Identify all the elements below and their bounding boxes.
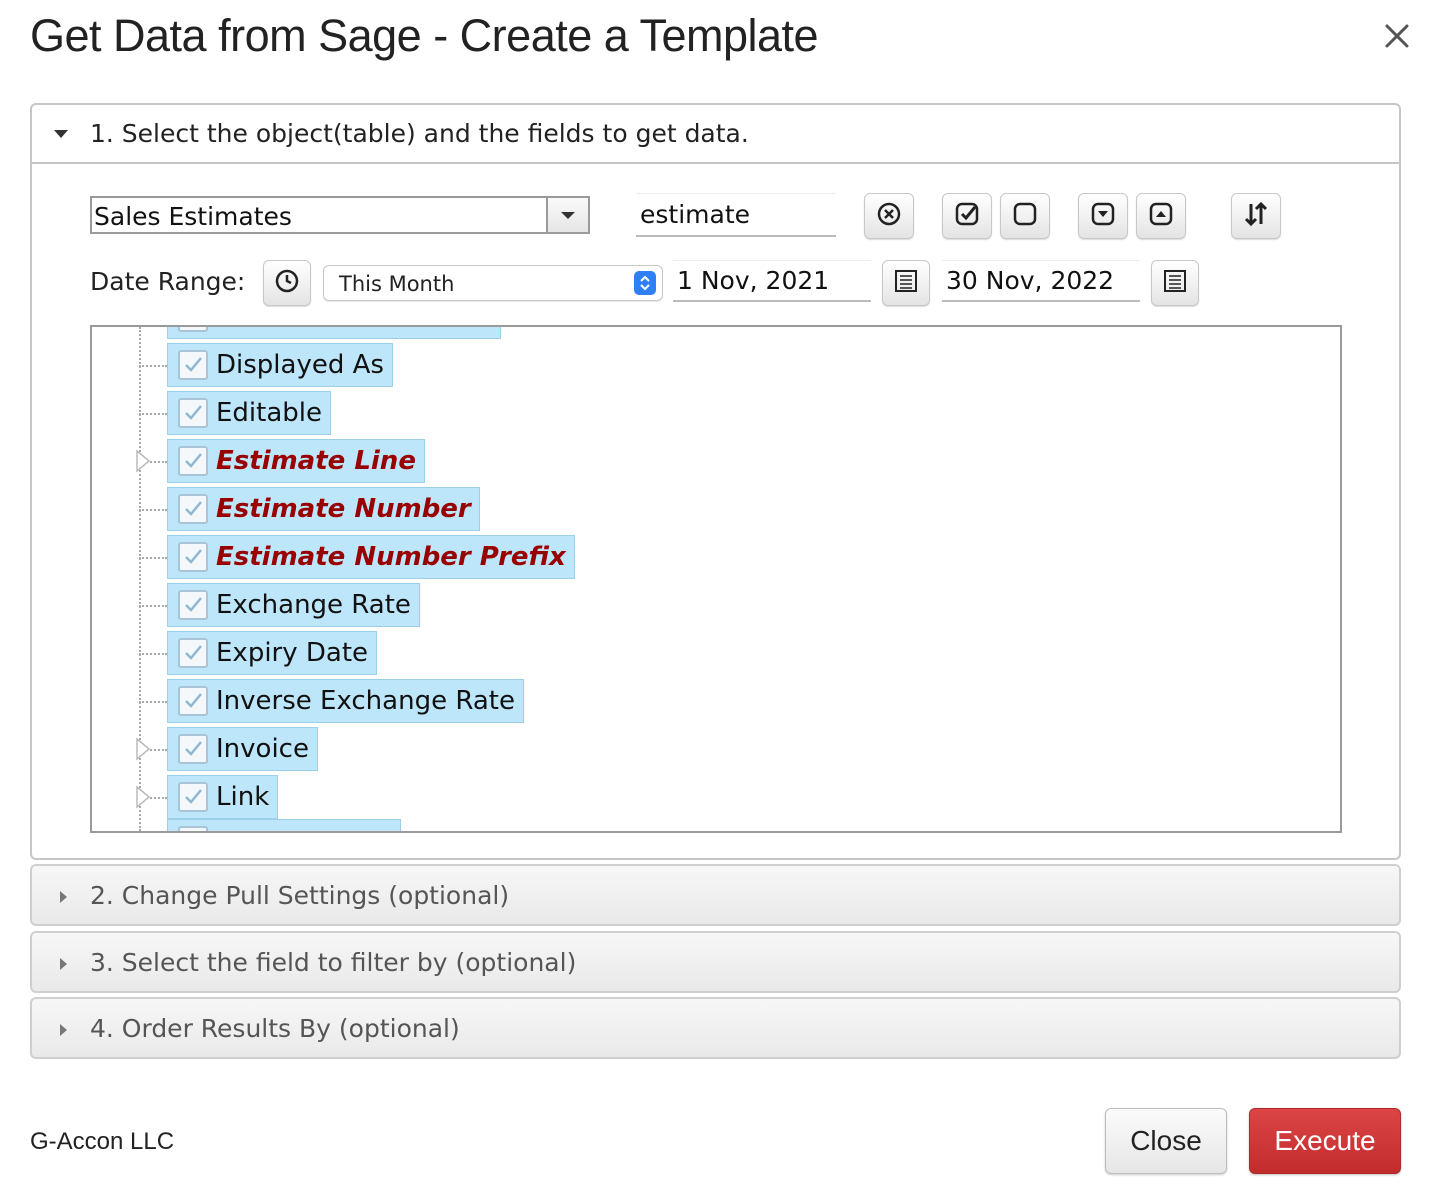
object-select[interactable]: Sales Estimates (90, 196, 590, 234)
field-item[interactable]: Exchange Rate (167, 583, 420, 627)
field-item[interactable]: Estimate Line (167, 439, 425, 483)
select-stepper-icon (634, 271, 656, 295)
date-range-label: Date Range: (90, 267, 246, 296)
sort-icon (1242, 200, 1270, 232)
date-range-clock-button[interactable] (263, 260, 311, 306)
field-item[interactable]: Expiry Date (167, 631, 378, 675)
check-all-icon (954, 201, 980, 231)
step1-panel: 1. Select the object(table) and the fiel… (30, 103, 1401, 860)
step1-header-label: 1. Select the object(table) and the fiel… (90, 119, 749, 148)
expand-triangle-icon (60, 1024, 67, 1036)
date-range-preset-value: This Month (339, 272, 455, 296)
close-icon[interactable] (1381, 20, 1413, 52)
date-to-calendar-button[interactable] (1151, 260, 1199, 306)
field-label: Inverse Exchange Rate (216, 686, 515, 716)
tree-expand-icon[interactable] (135, 785, 151, 813)
checkbox-checked-icon[interactable] (178, 494, 208, 524)
step2-header-label: 2. Change Pull Settings (optional) (90, 881, 510, 910)
field-item[interactable]: Editable (167, 391, 332, 435)
expand-all-icon (1090, 201, 1116, 231)
chevron-down-icon[interactable] (546, 198, 588, 232)
object-select-value: Sales Estimates (94, 202, 292, 231)
expand-triangle-icon (60, 958, 67, 970)
collapse-all-button[interactable] (1136, 193, 1186, 239)
check-all-button[interactable] (942, 193, 992, 239)
step3-header-label: 3. Select the field to filter by (option… (90, 948, 577, 977)
checkbox-checked-icon[interactable] (178, 638, 208, 668)
checkbox-checked-icon[interactable] (178, 542, 208, 572)
calendar-icon (1162, 268, 1188, 298)
uncheck-all-icon (1012, 201, 1038, 231)
field-label: Displayed As (216, 350, 384, 380)
uncheck-all-button[interactable] (1000, 193, 1050, 239)
date-from-calendar-button[interactable] (882, 260, 930, 306)
field-label: Estimate Number (216, 494, 471, 524)
calendar-icon (893, 268, 919, 298)
checkbox-checked-icon[interactable] (178, 398, 208, 428)
field-label: Invoice (216, 734, 309, 764)
tree-expand-icon[interactable] (135, 449, 151, 477)
date-from-input[interactable] (673, 260, 871, 302)
expand-all-button[interactable] (1078, 193, 1128, 239)
date-to-input[interactable] (942, 260, 1140, 302)
tree-expand-icon[interactable] (135, 737, 151, 765)
dialog-title: Get Data from Sage - Create a Template (30, 10, 819, 61)
sort-button[interactable] (1231, 193, 1281, 239)
field-item[interactable]: Inverse Exchange Rate (167, 679, 524, 723)
step3-section[interactable]: 3. Select the field to filter by (option… (30, 931, 1401, 993)
clear-search-button[interactable] (864, 193, 914, 239)
field-tree[interactable]: Displayed As Editable Estimate Line Estimat… (90, 325, 1342, 833)
close-button[interactable]: Close (1105, 1108, 1227, 1174)
execute-button[interactable]: Execute (1249, 1108, 1401, 1174)
field-item[interactable]: Displayed As (167, 343, 393, 387)
checkbox-checked-icon[interactable] (178, 782, 208, 812)
search-input[interactable] (636, 193, 836, 237)
collapse-all-icon (1148, 201, 1174, 231)
step2-section[interactable]: 2. Change Pull Settings (optional) (30, 864, 1401, 926)
field-item[interactable]: Link (167, 775, 279, 819)
company-name: G-Accon LLC (30, 1128, 175, 1155)
field-label: Expiry Date (216, 638, 369, 668)
step4-header-label: 4. Order Results By (optional) (90, 1014, 460, 1043)
clock-icon (274, 268, 300, 298)
collapse-triangle-icon (54, 130, 68, 138)
field-label: Exchange Rate (216, 590, 411, 620)
field-item[interactable]: Estimate Number (167, 487, 480, 531)
step1-header[interactable]: 1. Select the object(table) and the fiel… (32, 105, 1399, 164)
expand-triangle-icon (60, 891, 67, 903)
step4-section[interactable]: 4. Order Results By (optional) (30, 997, 1401, 1059)
field-item[interactable]: Estimate Number Prefix (167, 535, 575, 579)
checkbox-checked-icon[interactable] (178, 446, 208, 476)
field-label: Estimate Line (216, 446, 416, 476)
field-label: Editable (216, 398, 323, 428)
date-range-preset-select[interactable]: This Month (323, 265, 663, 301)
clear-search-icon (876, 201, 902, 231)
checkbox-checked-icon[interactable] (178, 350, 208, 380)
checkbox-checked-icon[interactable] (178, 686, 208, 716)
field-label: Estimate Number Prefix (216, 542, 566, 572)
checkbox-checked-icon[interactable] (178, 734, 208, 764)
field-label: Link (216, 782, 270, 812)
field-item[interactable]: Invoice (167, 727, 318, 771)
checkbox-checked-icon[interactable] (178, 590, 208, 620)
